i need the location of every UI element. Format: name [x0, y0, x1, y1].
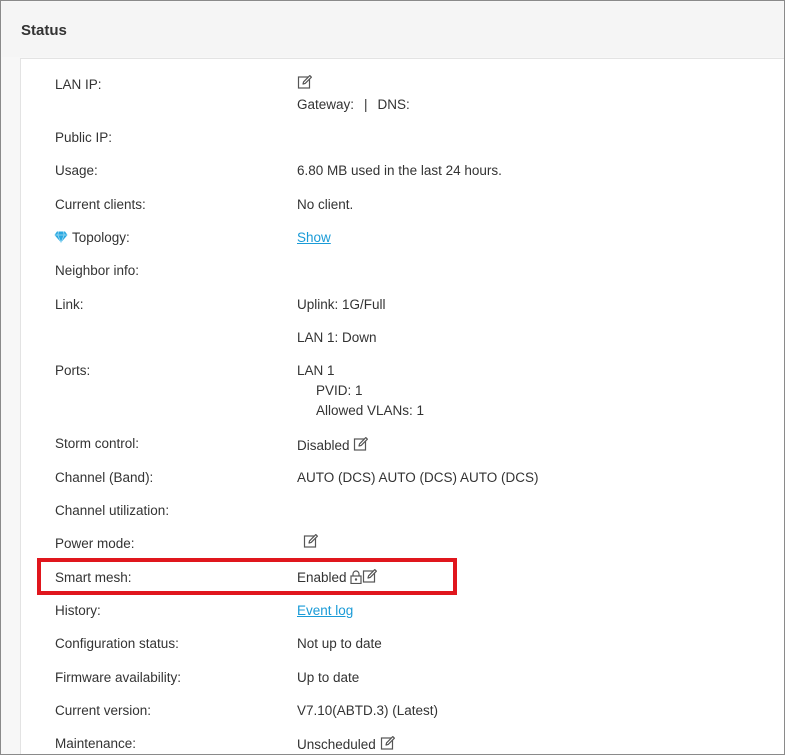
panel-header: Status: [2, 2, 783, 57]
topology-label: Topology:: [72, 230, 130, 245]
topology-show-link[interactable]: Show: [297, 230, 331, 246]
lan-ip-label: LAN IP:: [55, 77, 102, 92]
configuration-status-value: Not up to date: [297, 636, 382, 651]
ports-pvid: PVID: 1: [316, 383, 363, 398]
maintenance-value: Unscheduled: [297, 737, 376, 752]
channel-band-label: Channel (Band):: [55, 470, 154, 485]
current-clients-value: No client.: [297, 197, 354, 212]
current-clients-label: Current clients:: [55, 197, 146, 212]
usage-value: 6.80 MB used in the last 24 hours.: [297, 163, 502, 178]
configuration-status-label: Configuration status:: [55, 636, 179, 651]
neighbor-info-label: Neighbor info:: [55, 263, 140, 278]
firmware-availability-label: Firmware availability:: [55, 670, 182, 685]
usage-label: Usage:: [55, 163, 98, 178]
maintenance-label: Maintenance:: [55, 736, 137, 751]
event-log-link[interactable]: Event log: [297, 603, 353, 619]
power-mode-edit[interactable]: [303, 533, 319, 551]
storm-control-value-row: Disabled: [297, 436, 369, 454]
link-lan1-value: LAN 1: Down: [297, 330, 377, 345]
smart-mesh-highlight-box: [37, 558, 457, 595]
separator: |: [364, 97, 368, 112]
status-window: Status LAN IP: Gateway: | DNS: Public IP: …: [0, 0, 785, 755]
edit-icon[interactable]: [380, 735, 396, 751]
ports-label: Ports:: [55, 363, 91, 378]
dns-label: DNS:: [377, 97, 410, 112]
history-label: History:: [55, 603, 101, 618]
gem-icon: [54, 231, 68, 243]
edit-icon[interactable]: [353, 436, 369, 452]
edit-icon[interactable]: [297, 74, 313, 90]
ports-lan1: LAN 1: [297, 363, 335, 378]
lan-ip-gateway-dns: Gateway: | DNS:: [297, 97, 410, 113]
channel-band-value: AUTO (DCS) AUTO (DCS) AUTO (DCS): [297, 470, 539, 485]
edit-icon[interactable]: [303, 533, 319, 549]
channel-utilization-label: Channel utilization:: [55, 503, 170, 518]
current-version-label: Current version:: [55, 703, 152, 718]
gateway-label: Gateway:: [297, 97, 355, 112]
link-label: Link:: [55, 297, 84, 312]
topology-label-row: Topology:: [54, 230, 130, 246]
storm-control-label: Storm control:: [55, 436, 140, 451]
storm-control-value: Disabled: [297, 438, 350, 453]
panel-title: Status: [21, 22, 67, 39]
lan-ip-edit[interactable]: [297, 74, 313, 92]
public-ip-label: Public IP:: [55, 130, 113, 145]
ports-allowed-vlans: Allowed VLANs: 1: [316, 403, 425, 418]
power-mode-label: Power mode:: [55, 536, 135, 551]
current-version-value: V7.10(ABTD.3) (Latest): [297, 703, 439, 718]
link-uplink-value: Uplink: 1G/Full: [297, 297, 386, 312]
maintenance-value-row: Unscheduled: [297, 735, 396, 753]
firmware-availability-value: Up to date: [297, 670, 360, 685]
